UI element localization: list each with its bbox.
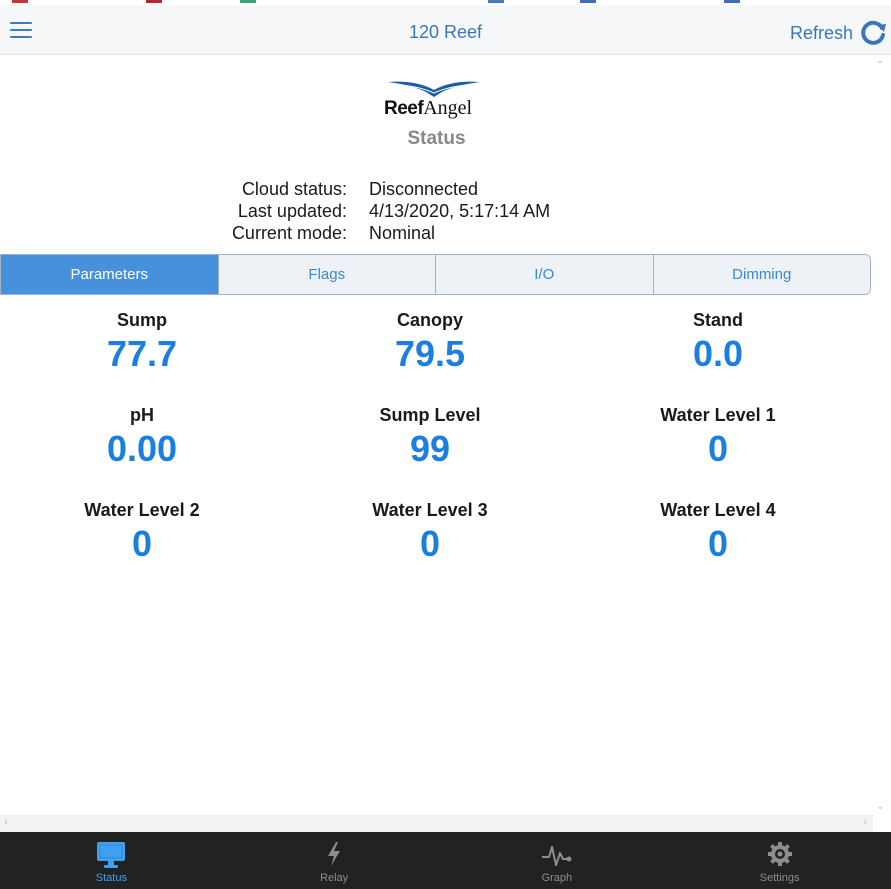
last-updated-value: 4/13/2020, 5:17:14 AM [369,201,551,221]
param-label: Water Level 1 [660,405,776,425]
param-label: Water Level 2 [84,500,200,520]
param-label: Sump Level [379,405,481,425]
param-water-level-3: Water Level 3 0 [330,500,530,565]
cloud-status-key: Cloud status: [241,179,347,199]
param-value: 0 [131,523,153,564]
tab-flags[interactable]: Flags [217,255,435,294]
param-value: 0.00 [106,428,178,469]
nav-label: Relay [320,872,349,884]
param-sump: Sump 77.7 [42,310,242,375]
last-updated-row: Last updated: 4/13/2020, 5:17:14 AM [0,201,873,223]
nav-label: Status [95,872,127,884]
param-value: 0.0 [692,333,744,374]
pulse-graph-icon [541,846,572,866]
gear-icon [767,842,792,866]
scroll-down-icon[interactable]: ⌄ [876,801,884,812]
scroll-right-icon[interactable]: › [863,816,867,828]
scroll-up-icon[interactable]: ⌃ [876,60,884,71]
param-label: pH [130,405,154,425]
param-value: 77.7 [106,333,178,374]
bottom-navigation: Status Relay Graph Settings [0,832,891,889]
status-tabs: Parameters Flags I/O Dimming [0,254,871,295]
param-water-level-1: Water Level 1 0 [618,405,818,470]
param-value: 99 [409,428,451,469]
lightning-icon [328,842,341,866]
nav-status[interactable]: Status [0,832,223,889]
param-water-level-2: Water Level 2 0 [42,500,242,565]
param-water-level-4: Water Level 4 0 [618,500,818,565]
param-label: Stand [692,310,743,330]
nav-label: Settings [759,872,800,884]
current-mode-key: Current mode: [231,223,347,243]
param-value: 79.5 [394,333,466,374]
monitor-icon [97,842,126,868]
param-value: 0 [419,523,441,564]
param-label: Water Level 4 [660,500,776,520]
current-mode-row: Current mode: Nominal [0,223,873,245]
refresh-button[interactable]: Refresh [790,20,887,46]
param-label: Canopy [396,310,463,330]
nav-settings[interactable]: Settings [668,832,891,889]
horizontal-scrollbar[interactable]: ‹ › [0,815,873,832]
last-updated-key: Last updated: [237,201,347,221]
vertical-scrollbar[interactable]: ⌃ ⌄ [871,56,891,816]
tab-io[interactable]: I/O [435,255,653,294]
wings-icon [388,81,480,97]
scroll-left-icon[interactable]: ‹ [4,816,8,828]
param-ph: pH 0.00 [42,405,242,470]
tab-dimming[interactable]: Dimming [652,255,870,294]
app-header: 120 Reef Refresh [0,5,891,55]
cloud-status-value: Disconnected [369,179,479,199]
reef-angel-logo: ReefAngel [384,80,484,120]
nav-relay[interactable]: Relay [223,832,446,889]
tab-parameters[interactable]: Parameters [1,255,218,294]
refresh-label: Refresh [790,22,854,43]
param-canopy: Canopy 79.5 [330,310,530,375]
nav-label: Graph [541,872,573,884]
param-label: Sump [116,310,167,330]
status-content: ReefAngel Status Cloud status: Disconnec… [0,56,873,816]
refresh-icon [861,20,887,45]
header-title: 120 Reef [408,22,483,42]
cloud-status-row: Cloud status: Disconnected [0,179,873,201]
param-value: 0 [707,523,729,564]
param-stand: Stand 0.0 [618,310,818,375]
param-label: Water Level 3 [372,500,488,520]
nav-graph[interactable]: Graph [446,832,669,889]
param-sump-level: Sump Level 99 [330,405,530,470]
page-title: Status [407,128,466,149]
param-value: 0 [707,428,729,469]
current-mode-value: Nominal [369,223,436,243]
